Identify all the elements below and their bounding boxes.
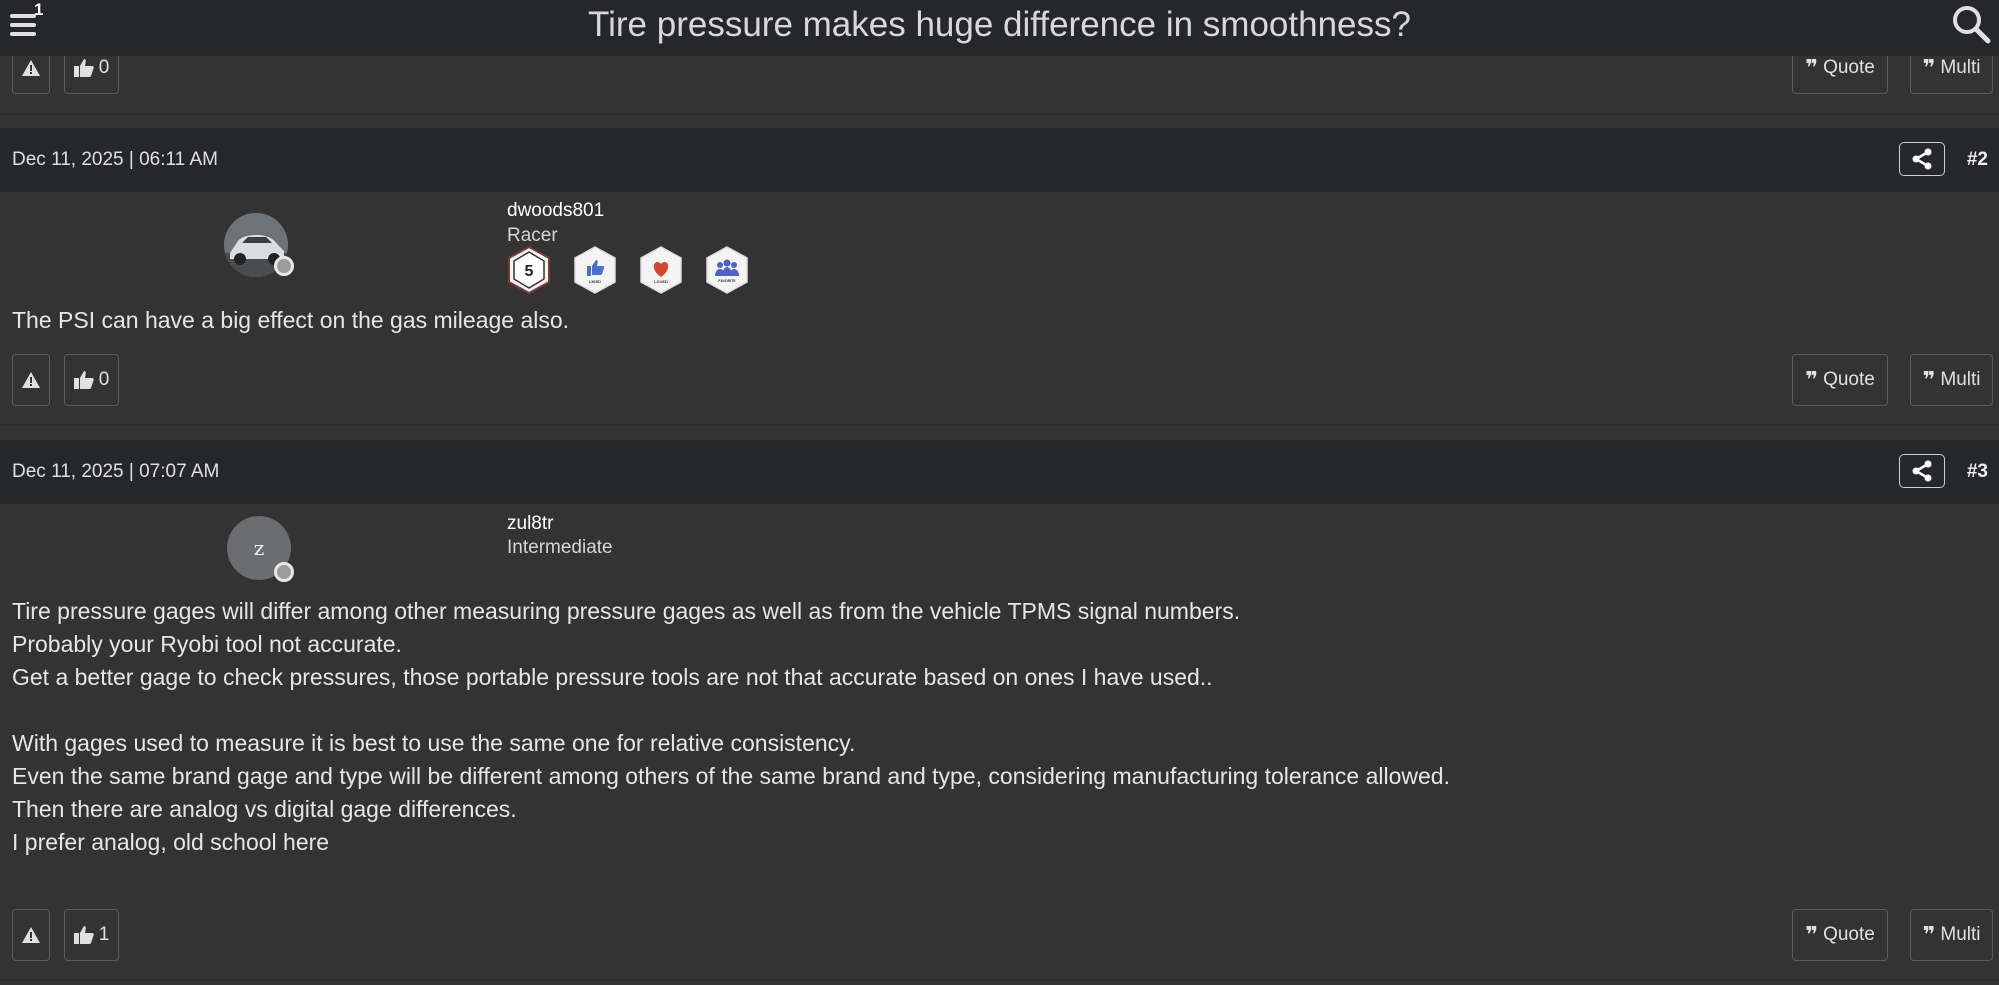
multi-quote-button[interactable]: ❞ Multi xyxy=(1910,354,1993,406)
quote-icon: ❞ xyxy=(1922,367,1936,392)
badge-label: 5 xyxy=(525,263,534,280)
online-status-dot xyxy=(274,256,294,276)
report-icon xyxy=(22,372,40,388)
quote-icon: ❞ xyxy=(1922,55,1936,80)
post-number: #3 xyxy=(1966,461,1988,482)
post-header: Dec 11, 2025 | 07:07 AM #3 xyxy=(0,440,1999,504)
page-title: Tire pressure makes huge difference in s… xyxy=(588,5,1411,44)
report-button[interactable] xyxy=(12,909,50,961)
report-icon xyxy=(22,60,40,76)
badge-label: FAVORITE xyxy=(718,279,736,283)
report-button[interactable] xyxy=(12,354,50,406)
multi-label: Multi xyxy=(1940,924,1981,945)
multi-label: Multi xyxy=(1940,369,1981,390)
post-date: Dec 11, 2025 | 06:11 AM xyxy=(12,149,218,170)
post-body: Tire pressure gages will differ among ot… xyxy=(12,598,1450,855)
like-count: 0 xyxy=(98,57,110,78)
favorite-badge-icon[interactable]: FAVORITE xyxy=(705,246,749,294)
share-button[interactable] xyxy=(1899,454,1945,488)
share-icon xyxy=(1912,148,1932,170)
quote-button[interactable]: ❞ Quote xyxy=(1792,909,1888,961)
post-header: Dec 11, 2025 | 06:11 AM #2 xyxy=(0,128,1999,192)
report-icon xyxy=(22,927,40,943)
online-status-dot xyxy=(274,562,294,582)
thumbs-up-icon xyxy=(73,59,94,77)
quote-icon: ❞ xyxy=(1805,55,1819,80)
like-count: 1 xyxy=(98,924,110,945)
thumbs-up-icon xyxy=(73,926,94,944)
like-button[interactable]: 1 xyxy=(64,909,119,961)
post-divider xyxy=(0,979,1999,981)
post-divider xyxy=(0,113,1999,115)
multi-label: Multi xyxy=(1940,57,1981,78)
post-number: #2 xyxy=(1966,149,1988,170)
badge-label: LOVED xyxy=(654,279,668,284)
post-divider xyxy=(0,424,1999,426)
avatar-letter: z xyxy=(253,536,265,560)
like-count: 0 xyxy=(98,369,110,390)
share-button[interactable] xyxy=(1899,142,1945,176)
quote-button[interactable]: ❞ Quote xyxy=(1792,354,1888,406)
thumbs-up-icon xyxy=(73,371,94,389)
liked-badge-icon[interactable]: LIKED xyxy=(573,246,617,294)
quote-icon: ❞ xyxy=(1805,922,1819,947)
loved-badge-icon[interactable]: LOVED xyxy=(639,246,683,294)
badge-label: LIKED xyxy=(589,279,601,284)
search-icon xyxy=(1953,6,1991,44)
top-bar: 1 Tire pressure makes huge difference in… xyxy=(0,0,1999,56)
post-body: The PSI can have a big effect on the gas… xyxy=(12,307,570,333)
user-rank: Racer xyxy=(507,225,558,246)
like-button[interactable]: 0 xyxy=(64,354,119,406)
quote-icon: ❞ xyxy=(1805,367,1819,392)
5-posts-badge-icon[interactable]: 5 xyxy=(507,246,551,294)
username[interactable]: zul8tr xyxy=(507,513,553,535)
quote-icon: ❞ xyxy=(1922,922,1936,947)
quote-label: Quote xyxy=(1823,369,1875,390)
user-rank: Intermediate xyxy=(507,537,613,558)
search-button[interactable] xyxy=(1949,2,1993,46)
quote-label: Quote xyxy=(1823,57,1875,78)
username[interactable]: dwoods801 xyxy=(507,200,604,222)
post-date: Dec 11, 2025 | 07:07 AM xyxy=(12,461,220,482)
share-icon xyxy=(1912,460,1932,482)
multi-quote-button[interactable]: ❞ Multi xyxy=(1910,909,1993,961)
quote-label: Quote xyxy=(1823,924,1875,945)
